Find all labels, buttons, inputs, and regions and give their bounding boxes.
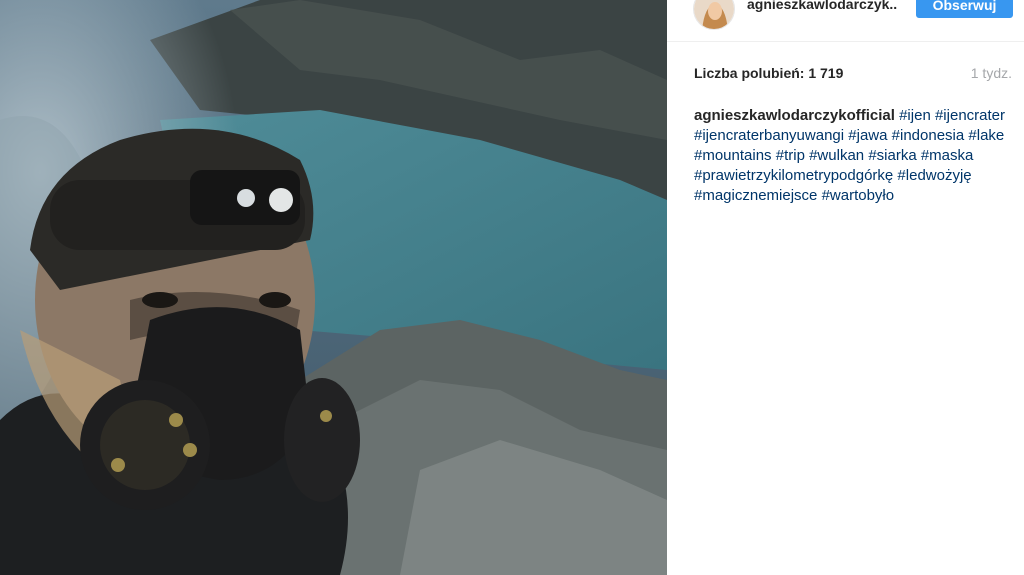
post-photo[interactable] [0, 0, 667, 575]
post-sidebar: agnieszkawlodarczyk... Obserwuj Liczba p… [667, 0, 1024, 575]
hashtag-link[interactable]: #maska [921, 147, 974, 164]
follow-button[interactable]: Obserwuj [916, 0, 1013, 18]
hashtag-link[interactable]: #ijencrater [935, 107, 1005, 124]
caption-author-link[interactable]: agnieszkawlodarczykofficial [694, 107, 895, 124]
profile-picture-icon [694, 0, 734, 29]
post-caption: agnieszkawlodarczykofficial #ijen #ijenc… [694, 106, 1014, 206]
hashtag-link[interactable]: #siarka [868, 147, 916, 164]
hashtag-link[interactable]: #trip [776, 147, 805, 164]
hashtag-link[interactable]: #mountains [694, 147, 772, 164]
username-link[interactable]: agnieszkawlodarczyk... [747, 0, 897, 12]
hashtag-link[interactable]: #ledwożyję [897, 167, 971, 184]
post-header: agnieszkawlodarczyk... Obserwuj [667, 0, 1024, 42]
likes-count[interactable]: Liczba polubień: 1 719 [694, 65, 843, 81]
hashtag-link[interactable]: #ijen [899, 107, 931, 124]
hashtag-link[interactable]: #jawa [848, 127, 887, 144]
hashtag-link[interactable]: #wartobyło [822, 187, 895, 204]
hashtag-link[interactable]: #ijencraterbanyuwangi [694, 127, 844, 144]
volcano-selfie-image [0, 0, 667, 575]
hashtag-link[interactable]: #prawietrzykilometrypodgórkę [694, 167, 893, 184]
hashtag-link[interactable]: #indonesia [892, 127, 965, 144]
avatar[interactable] [693, 0, 735, 30]
post-timestamp[interactable]: 1 tydz. [971, 65, 1012, 81]
hashtag-link[interactable]: #lake [968, 127, 1004, 144]
hashtag-link[interactable]: #magicznemiejsce [694, 187, 817, 204]
hashtag-link[interactable]: #wulkan [809, 147, 864, 164]
